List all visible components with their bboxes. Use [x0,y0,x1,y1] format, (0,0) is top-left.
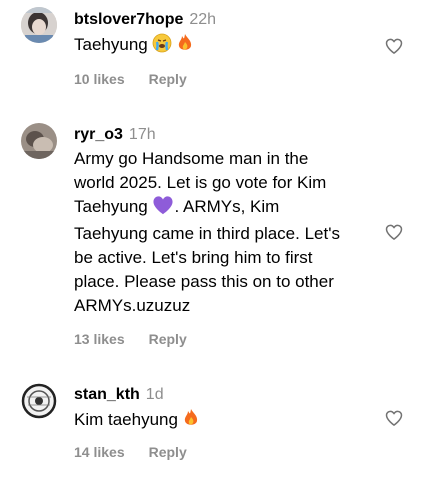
comment-timestamp: 22h [189,11,217,28]
avatar-image [21,7,57,43]
avatar-image [21,383,57,419]
fire-emoji [177,33,193,60]
crying-face-emoji [152,33,172,60]
likes-count[interactable]: 10 likes [74,71,125,87]
comment-text: Kim taehyung [74,410,178,429]
reply-button[interactable]: Reply [149,331,187,347]
comment-text-line: Taehyung came in third place. Let's [74,224,340,243]
reply-button[interactable]: Reply [149,444,187,460]
fire-emoji [183,408,199,435]
avatar[interactable] [21,383,57,419]
like-heart-icon[interactable] [384,222,404,242]
comment-item: stan_kth 1d Kim taehyung 14 likes Reply [0,375,425,491]
avatar[interactable] [21,123,57,159]
reply-button[interactable]: Reply [149,71,187,87]
like-heart-icon[interactable] [384,36,404,56]
purple-heart-emoji [152,195,174,222]
comment-text-line: be active. Let's bring him to first [74,248,313,267]
avatar-image [21,123,57,159]
comment-text-line: Taehyung [74,197,148,216]
likes-count[interactable]: 14 likes [74,444,125,460]
comment-timestamp: 17h [128,126,156,143]
comment-text-line: place. Please pass this on to other [74,272,334,291]
comment-text-line: world 2025. Let is go vote for Kim [74,173,327,192]
likes-count[interactable]: 13 likes [74,331,125,347]
avatar[interactable] [21,7,57,43]
comment-timestamp: 1d [145,386,164,403]
comment-text: Taehyung [74,35,148,54]
comment-item: btslover7hope 22h Taehyung 10 likes Reply [0,0,425,110]
like-heart-icon[interactable] [384,408,404,428]
comment-text-line: ARMYs.uzuzuz [74,296,191,315]
comment-username[interactable]: ryr_o3 [74,126,123,143]
comment-item: ryr_o3 17h Army go Handsome man in the wo… [0,115,425,350]
comment-username[interactable]: btslover7hope [74,11,183,28]
comment-text-line: Army go Handsome man in the [74,149,309,168]
comment-username[interactable]: stan_kth [74,386,140,403]
comment-text-line: . ARMYs, Kim [174,197,280,216]
